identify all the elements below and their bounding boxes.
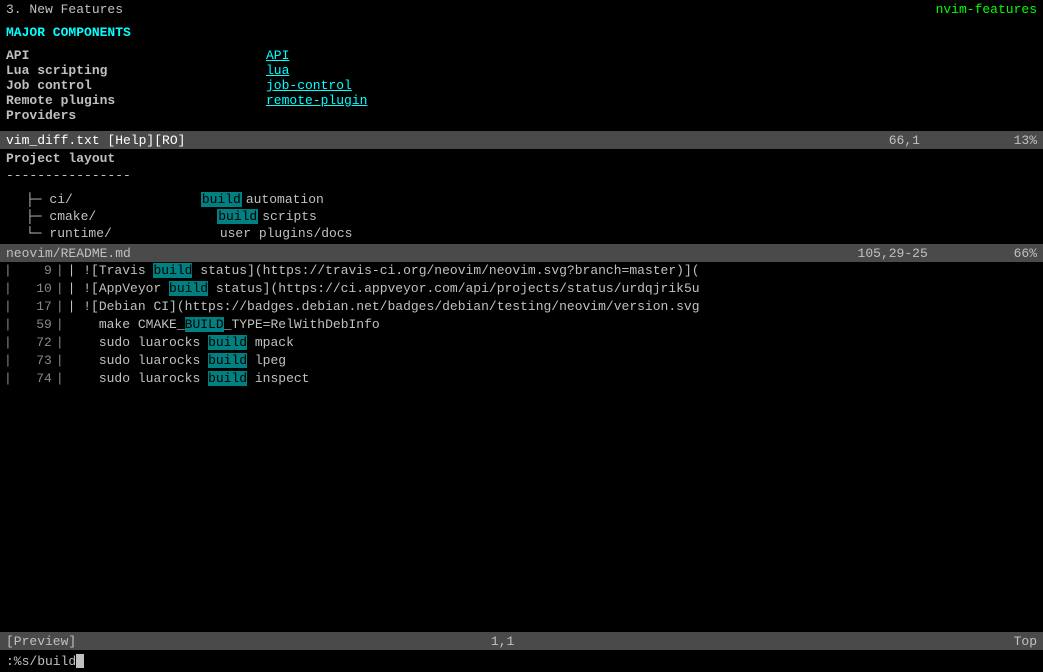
cmdline-cursor <box>76 654 84 668</box>
feature-plain-providers <box>266 108 1037 123</box>
diff-num-10: 10 <box>16 280 52 298</box>
diff-num-59: 59 <box>16 316 52 334</box>
diff-sep-59: | <box>56 316 64 334</box>
screen: 3. New Features nvim-features MAJOR COMP… <box>0 0 1043 672</box>
statusline-top-pos: 66,1 <box>889 133 920 148</box>
feature-label-providers: Providers <box>6 108 266 123</box>
tree-desc-runtime: user plugins/docs <box>220 226 353 241</box>
diff-content-72: sudo luarocks build mpack <box>68 334 294 352</box>
feature-link-lua[interactable]: lua <box>266 63 1037 78</box>
diff-content-10: | ![AppVeyor build status](https://ci.ap… <box>68 280 700 298</box>
tree-item-cmake: ├─ cmake/ build scripts <box>6 208 1037 225</box>
statusline-preview-pos: 1,1 <box>491 634 514 649</box>
diff-bar-72: | <box>4 334 12 352</box>
tree-branch-cmake: ├─ cmake/ <box>26 209 96 224</box>
statusline-preview-top: Top <box>1014 634 1037 649</box>
diff-pane: | 9 | | ![Travis build status](https://t… <box>0 262 1043 632</box>
diff-num-72: 72 <box>16 334 52 352</box>
major-components-heading: MAJOR COMPONENTS <box>6 25 1037 40</box>
feature-label-job: Job control <box>6 78 266 93</box>
statusline-middle-left: neovim/README.md <box>6 246 131 261</box>
diff-bar-9: | <box>4 262 12 280</box>
feature-link-api[interactable]: API <box>266 48 1037 63</box>
diff-content-17: | ![Debian CI](https://badges.debian.net… <box>68 298 700 316</box>
statusline-top: vim_diff.txt [Help][RO] 66,1 13% <box>0 131 1043 149</box>
feature-link-remote[interactable]: remote-plugin <box>266 93 1037 108</box>
diff-bar-10: | <box>4 280 12 298</box>
diff-line-10: | 10 | | ![AppVeyor build status](https:… <box>0 280 1043 298</box>
statusline-top-left: vim_diff.txt [Help][RO] <box>6 133 185 148</box>
diff-sep-74: | <box>56 370 64 388</box>
cmdline[interactable]: :%s/build <box>0 650 1043 672</box>
diff-bar-74: | <box>4 370 12 388</box>
diff-sep-73: | <box>56 352 64 370</box>
feature-table: API API Lua scripting lua Job control jo… <box>6 48 1037 123</box>
statusline-preview-left: [Preview] <box>6 634 76 649</box>
statusline-preview: [Preview] 1,1 Top <box>0 632 1043 650</box>
project-divider: ---------------- <box>6 168 1037 183</box>
tree-tag-ci: build <box>201 192 242 207</box>
top-header-left: 3. New Features <box>6 2 123 17</box>
tree-tag-cmake: build <box>217 209 258 224</box>
project-layout-section: Project layout ---------------- ├─ ci/ b… <box>0 149 1043 244</box>
top-header-right: nvim-features <box>936 2 1037 17</box>
project-layout-heading: Project layout <box>6 151 1037 166</box>
statusline-middle-pct: 66% <box>1014 246 1037 261</box>
tree-branch-runtime: └─ runtime/ <box>26 226 112 241</box>
feature-label-api: API <box>6 48 266 63</box>
top-pane-header: 3. New Features nvim-features <box>0 0 1043 21</box>
tree-desc-ci: automation <box>246 192 324 207</box>
statusline-top-right: 66,1 13% <box>889 133 1037 148</box>
statusline-top-pct: 13% <box>1014 133 1037 148</box>
statusline-middle-right: 105,29-25 66% <box>858 246 1037 261</box>
top-pane-content: MAJOR COMPONENTS API API Lua scripting l… <box>0 21 1043 131</box>
cmdline-text: :%s/build <box>6 654 76 669</box>
diff-line-59: | 59 | make CMAKE_BUILD_TYPE=RelWithDebI… <box>0 316 1043 334</box>
tree-item-ci: ├─ ci/ build automation <box>6 191 1037 208</box>
diff-content-59: make CMAKE_BUILD_TYPE=RelWithDebInfo <box>68 316 380 334</box>
diff-bar-59: | <box>4 316 12 334</box>
diff-sep-72: | <box>56 334 64 352</box>
diff-bar-17: | <box>4 298 12 316</box>
statusline-middle-pos: 105,29-25 <box>858 246 928 261</box>
tree-desc-cmake: scripts <box>262 209 317 224</box>
diff-content-74: sudo luarocks build inspect <box>68 370 310 388</box>
diff-line-9: | 9 | | ![Travis build status](https://t… <box>0 262 1043 280</box>
diff-line-17: | 17 | | ![Debian CI](https://badges.deb… <box>0 298 1043 316</box>
statusline-middle: neovim/README.md 105,29-25 66% <box>0 244 1043 262</box>
statusline-preview-right: 1,1 Top <box>491 634 1037 649</box>
feature-label-lua: Lua scripting <box>6 63 266 78</box>
feature-link-job[interactable]: job-control <box>266 78 1037 93</box>
diff-sep-17: | <box>56 298 64 316</box>
diff-sep-10: | <box>56 280 64 298</box>
diff-content-9: | ![Travis build status](https://travis-… <box>68 262 700 280</box>
diff-content-73: sudo luarocks build lpeg <box>68 352 286 370</box>
diff-line-72: | 72 | sudo luarocks build mpack <box>0 334 1043 352</box>
tree-branch-ci: ├─ ci/ <box>26 192 73 207</box>
diff-sep-9: | <box>56 262 64 280</box>
diff-num-9: 9 <box>16 262 52 280</box>
diff-num-74: 74 <box>16 370 52 388</box>
diff-num-17: 17 <box>16 298 52 316</box>
diff-bar-73: | <box>4 352 12 370</box>
tree-item-runtime: └─ runtime/ user plugins/docs <box>6 225 1037 242</box>
feature-label-remote: Remote plugins <box>6 93 266 108</box>
diff-line-73: | 73 | sudo luarocks build lpeg <box>0 352 1043 370</box>
diff-line-74: | 74 | sudo luarocks build inspect <box>0 370 1043 388</box>
diff-num-73: 73 <box>16 352 52 370</box>
